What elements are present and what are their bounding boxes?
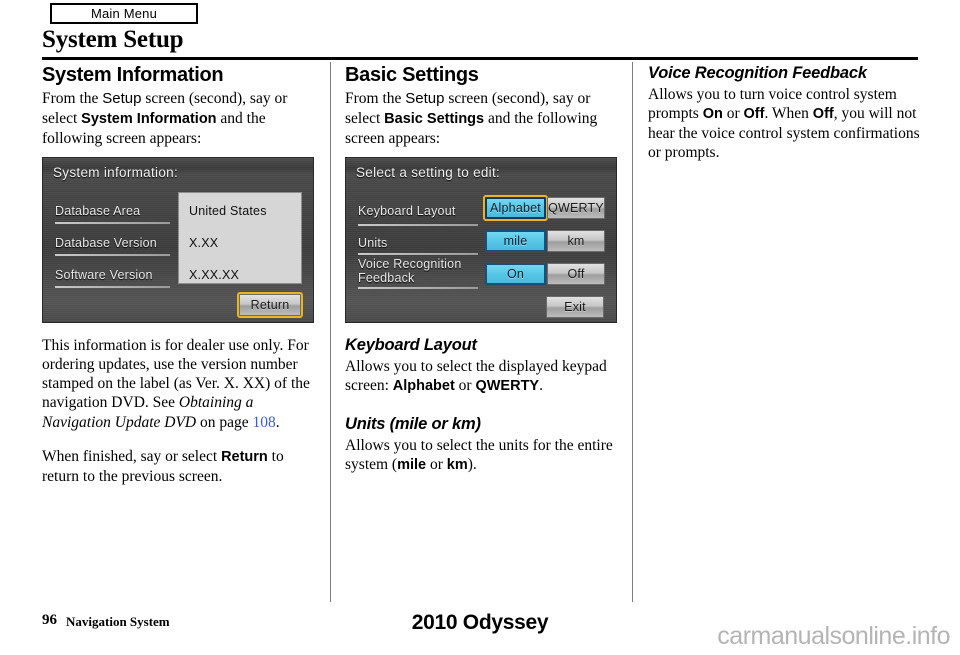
spacer-left-1 (42, 323, 314, 336)
row-underline-1 (55, 221, 170, 224)
section-heading-basic-settings: Basic Settings (345, 64, 479, 86)
left-finish-bold-term: Return (221, 448, 268, 465)
left-intro-bold-term: System Information (81, 110, 217, 127)
toggle-voice-feedback-off[interactable]: Off (547, 262, 605, 285)
left-caption-text-2: on page (196, 413, 253, 431)
right-bold-on: On (702, 106, 723, 123)
mid-sub2-bold-km: km (446, 456, 468, 473)
subsection-heading-units: Units (mile or km) (345, 414, 481, 433)
basic-settings-screen: Select a setting to edit: Keyboard Layou… (345, 156, 617, 323)
mid-sub1-paragraph: Allows you to select the displayed keypa… (345, 357, 617, 396)
right-bold-off-1: Off (743, 106, 765, 123)
right-column: Voice Recognition Feedback Allows you to… (648, 64, 920, 162)
row-value-software-version: X.XX.XX (189, 267, 240, 282)
row-label-database-area: Database Area (55, 203, 141, 218)
row-underline-2 (358, 252, 478, 255)
left-caption-paragraph: This information is for dealer use only.… (42, 336, 314, 432)
site-watermark: carmanualsonline.info (717, 622, 950, 650)
row-underline-2 (55, 253, 170, 256)
mid-sub2-text-2: or (426, 455, 447, 473)
left-finish-paragraph: When finished, say or select Return to r… (42, 447, 314, 486)
toggle-keyboard-alphabet[interactable]: Alphabet (483, 194, 548, 221)
middle-column: Basic Settings From the Setup screen (se… (345, 64, 617, 475)
left-caption-text-3: . (275, 413, 280, 431)
mid-intro-setup-word: Setup (405, 90, 445, 107)
screen-title: System information: (53, 164, 178, 180)
toggle-keyboard-alphabet-label: Alphabet (490, 200, 541, 215)
header-divider (42, 57, 918, 60)
row-label-keyboard-layout: Keyboard Layout (358, 203, 456, 218)
left-caption-text-1: This information is for dealer use only.… (42, 336, 310, 412)
spacer-mid-1 (345, 323, 617, 336)
toggle-units-mile[interactable]: mile (485, 229, 546, 252)
column-divider-1 (330, 62, 331, 602)
toggle-keyboard-qwerty[interactable]: QWERTY (547, 196, 605, 219)
mid-sub1-text-3: . (539, 376, 543, 394)
subsection-heading-keyboard-layout: Keyboard Layout (345, 335, 477, 354)
page-title: System Setup (42, 26, 184, 53)
row-value-database-version: X.XX (189, 235, 219, 250)
row-label-software-version: Software Version (55, 267, 153, 282)
row-underline-1 (358, 223, 478, 226)
toggle-voice-feedback-on-label: On (506, 266, 525, 281)
page-reference-link[interactable]: 108 (253, 414, 276, 431)
mid-intro-paragraph: From the Setup screen (second), say or s… (345, 89, 617, 148)
column-divider-2 (632, 62, 633, 602)
exit-button-label: Exit (564, 299, 586, 314)
main-menu-tab[interactable]: Main Menu (50, 3, 198, 24)
mid-sub2-paragraph: Allows you to select the units for the e… (345, 436, 617, 475)
toggle-voice-feedback-on[interactable]: On (485, 262, 546, 285)
mid-sub1-bold-qwerty: QWERTY (475, 377, 540, 394)
right-paragraph: Allows you to turn voice control system … (648, 85, 920, 163)
mid-intro-bold-term: Basic Settings (384, 110, 485, 127)
left-intro-text-1: From the (42, 90, 103, 107)
left-column: System Information From the Setup screen… (42, 64, 314, 486)
row-label-voice-recognition-feedback: Voice Recognition Feedback (358, 256, 462, 285)
section-heading-system-information: System Information (42, 64, 224, 86)
subsection-heading-voice-recognition-feedback: Voice Recognition Feedback (648, 64, 867, 82)
toggle-keyboard-qwerty-label: QWERTY (548, 200, 604, 215)
row-value-database-area: United States (189, 203, 267, 218)
manual-page: Main Menu System Setup System Informatio… (0, 0, 960, 655)
row-label-database-version: Database Version (55, 235, 157, 250)
row-underline-3 (358, 286, 478, 289)
left-intro-setup-word: Setup (102, 90, 142, 107)
left-intro-paragraph: From the Setup screen (second), say or s… (42, 89, 314, 148)
toggle-voice-feedback-off-label: Off (567, 266, 585, 281)
toggle-units-km[interactable]: km (547, 229, 605, 252)
right-bold-off-2: Off (812, 106, 834, 123)
toggle-units-mile-label: mile (503, 233, 528, 248)
exit-button[interactable]: Exit (546, 295, 604, 318)
return-button-label: Return (250, 297, 290, 312)
mid-sub1-bold-alphabet: Alphabet (392, 377, 455, 394)
spacer-mid-2 (345, 396, 617, 415)
row-label-units: Units (358, 235, 388, 250)
right-text-3: . When (764, 105, 813, 123)
mid-sub2-bold-mile: mile (397, 456, 427, 473)
return-button[interactable]: Return (237, 291, 303, 318)
mid-sub1-text-2: or (454, 376, 476, 394)
right-text-2: or (722, 105, 744, 123)
mid-sub2-text-3: ). (467, 455, 477, 473)
main-menu-tab-label: Main Menu (90, 6, 158, 21)
screen-title: Select a setting to edit: (356, 164, 501, 180)
system-information-screen: System information: Database Area United… (42, 156, 314, 323)
left-finish-text-1: When finished, say or select (42, 447, 222, 465)
row-underline-3 (55, 285, 170, 288)
toggle-units-km-label: km (567, 233, 585, 248)
mid-intro-text-1: From the (345, 90, 406, 107)
mid-sub2-text-1: Allows you to select the units for the e… (345, 436, 613, 473)
